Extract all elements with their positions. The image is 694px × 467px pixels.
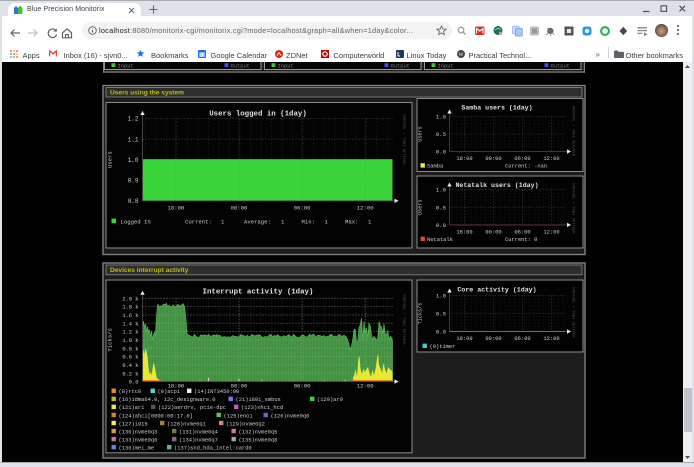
svg-text:Interrupt activity (1day): Interrupt activity (1day): [203, 289, 314, 297]
svg-text:(129)nvme0q2: (129)nvme0q2: [226, 421, 265, 427]
svg-text:00:00: 00:00: [485, 156, 501, 162]
svg-text:Netatalk: Netatalk: [427, 237, 453, 243]
svg-text:Max:: Max:: [345, 218, 358, 225]
svg-text:Core activity (1day): Core activity (1day): [457, 287, 536, 294]
svg-text:06:00: 06:00: [294, 204, 311, 211]
svg-text:06:00: 06:00: [514, 230, 530, 236]
svg-text:1.8 k: 1.8 k: [122, 305, 138, 311]
svg-text:12:00: 12:00: [543, 156, 559, 162]
svg-text:RRDTOOL / TOBI OETIKER: RRDTOOL / TOBI OETIKER: [401, 294, 406, 345]
svg-text:Input: Input: [438, 64, 454, 70]
svg-text:(136)mei_me: (136)mei_me: [119, 445, 155, 451]
svg-text:0.2 k: 0.2 k: [122, 371, 138, 377]
svg-text:(131)nvme0q4: (131)nvme0q4: [179, 429, 218, 435]
svg-text:(133)nvme0q6: (133)nvme0q6: [119, 437, 158, 443]
svg-text:0.0: 0.0: [436, 149, 447, 156]
svg-text:06:00: 06:00: [294, 383, 311, 390]
svg-text:(130)nvme0q3: (130)nvme0q3: [119, 429, 158, 435]
svg-text:(127)i915: (127)i915: [119, 421, 148, 427]
svg-text:0.9: 0.9: [128, 177, 139, 184]
svg-text:(126)nvme0q0: (126)nvme0q0: [271, 413, 310, 419]
svg-text:0.8 k: 0.8 k: [122, 346, 138, 352]
svg-text:12:00: 12:00: [357, 204, 374, 211]
svg-text:1.1: 1.1: [128, 136, 139, 143]
svg-text:Ticks/s: Ticks/s: [418, 303, 424, 325]
svg-text:(135)nvme0q8: (135)nvme0q8: [239, 437, 278, 443]
svg-text:06:00: 06:00: [514, 336, 530, 342]
svg-text:Users: Users: [107, 151, 114, 168]
svg-text:1.6 k: 1.6 k: [122, 313, 138, 319]
svg-text:(128)nvme0q1: (128)nvme0q1: [167, 421, 206, 427]
svg-text:(120)ar0: (120)ar0: [317, 397, 343, 403]
svg-text:(14)INT3450:00: (14)INT3450:00: [194, 389, 239, 395]
svg-text:Input: Input: [278, 64, 294, 70]
svg-text:Netatalk users (1day): Netatalk users (1day): [455, 182, 538, 189]
svg-text:Logged In: Logged In: [121, 218, 151, 225]
svg-text:1.0: 1.0: [436, 114, 447, 121]
svg-text:18:00: 18:00: [456, 336, 472, 342]
svg-text:(134)nvme0q7: (134)nvme0q7: [179, 437, 218, 443]
svg-text:1.0: 1.0: [436, 187, 447, 194]
svg-text:00:00: 00:00: [485, 230, 501, 236]
svg-text:0.0: 0.0: [436, 222, 447, 229]
svg-text:1.2 k: 1.2 k: [122, 330, 138, 336]
svg-text:0.0: 0.0: [129, 380, 139, 386]
svg-text:(21)i801_smbus: (21)i801_smbus: [236, 397, 281, 403]
svg-text:RRDTOOL / TOBI OETIKER: RRDTOOL / TOBI OETIKER: [571, 106, 576, 157]
svg-text:RRDTOOL / TOBI OETIKER: RRDTOOL / TOBI OETIKER: [571, 183, 576, 234]
svg-text:Output: Output: [231, 64, 250, 70]
svg-text:Output: Output: [391, 64, 410, 70]
svg-text:Samba users (1day): Samba users (1day): [461, 105, 532, 112]
svg-text:0.5: 0.5: [436, 131, 446, 138]
svg-text:Average:: Average:: [244, 218, 271, 225]
svg-text:0.5: 0.5: [436, 204, 446, 211]
svg-text:(16)idma64.0, i2c_designware.0: (16)idma64.0, i2c_designware.0: [119, 397, 216, 403]
svg-text:Min:: Min:: [302, 218, 315, 225]
svg-text:12:00: 12:00: [357, 383, 374, 390]
svg-text:Current: 0: Current: 0: [505, 237, 537, 243]
svg-text:Input: Input: [118, 64, 134, 70]
svg-text:0.0: 0.0: [436, 329, 447, 336]
svg-text:1.0: 1.0: [436, 293, 447, 300]
svg-text:18:00: 18:00: [168, 204, 185, 211]
svg-text:(9)acpi: (9)acpi: [158, 389, 181, 395]
svg-text:00:00: 00:00: [485, 336, 501, 342]
svg-text:(123)xhci_hcd: (123)xhci_hcd: [241, 405, 283, 411]
svg-text:0.4 k: 0.4 k: [122, 363, 138, 369]
svg-text:(125)eno1: (125)eno1: [224, 413, 253, 419]
svg-text:0.6 k: 0.6 k: [122, 355, 138, 361]
svg-text:1.0: 1.0: [128, 157, 139, 164]
svg-text:(137)snd_hda_intel:card0: (137)snd_hda_intel:card0: [174, 445, 252, 451]
svg-text:Ticks/s: Ticks/s: [107, 328, 114, 352]
svg-text:1.4 k: 1.4 k: [122, 321, 138, 327]
svg-text:1.2: 1.2: [128, 116, 139, 123]
svg-text:Users using the system: Users using the system: [110, 89, 184, 96]
svg-text:RRDTOOL / TOBI OETIKER: RRDTOOL / TOBI OETIKER: [571, 287, 576, 338]
svg-text:06:00: 06:00: [514, 156, 530, 162]
svg-text:00:00: 00:00: [231, 204, 248, 211]
svg-text:RRDTOOL / TOBI OETIKER: RRDTOOL / TOBI OETIKER: [401, 114, 406, 165]
svg-text:0.8: 0.8: [128, 198, 139, 205]
svg-text:Samba: Samba: [427, 164, 444, 170]
svg-text:1.0 k: 1.0 k: [122, 338, 138, 344]
svg-text:Users: Users: [418, 199, 424, 215]
svg-text:Users: Users: [418, 126, 424, 142]
svg-text:Current:: Current:: [185, 218, 212, 225]
svg-text:(0)timer: (0)timer: [430, 344, 456, 350]
svg-text:(132)nvme0q5: (132)nvme0q5: [239, 429, 278, 435]
svg-text:(122)aerdrv, pcie-dpc: (122)aerdrv, pcie-dpc: [158, 405, 226, 411]
svg-text:2.0 k: 2.0 k: [122, 296, 138, 302]
svg-text:Users logged in (1day): Users logged in (1day): [209, 111, 307, 119]
svg-text:0.5: 0.5: [436, 311, 446, 318]
svg-text:12:00: 12:00: [543, 336, 559, 342]
svg-text:(124)ahci[0000:00:17.0]: (124)ahci[0000:00:17.0]: [119, 413, 193, 419]
svg-text:18:00: 18:00: [456, 230, 472, 236]
svg-text:18:00: 18:00: [456, 156, 472, 162]
svg-text:Output: Output: [551, 64, 570, 70]
svg-text:(8)rtc0: (8)rtc0: [119, 389, 142, 395]
svg-text:(121)ar1: (121)ar1: [119, 405, 145, 411]
svg-text:Devices interrupt activity: Devices interrupt activity: [110, 267, 189, 274]
svg-text:12:00: 12:00: [543, 230, 559, 236]
svg-text:Current: -nan: Current: -nan: [505, 164, 547, 170]
